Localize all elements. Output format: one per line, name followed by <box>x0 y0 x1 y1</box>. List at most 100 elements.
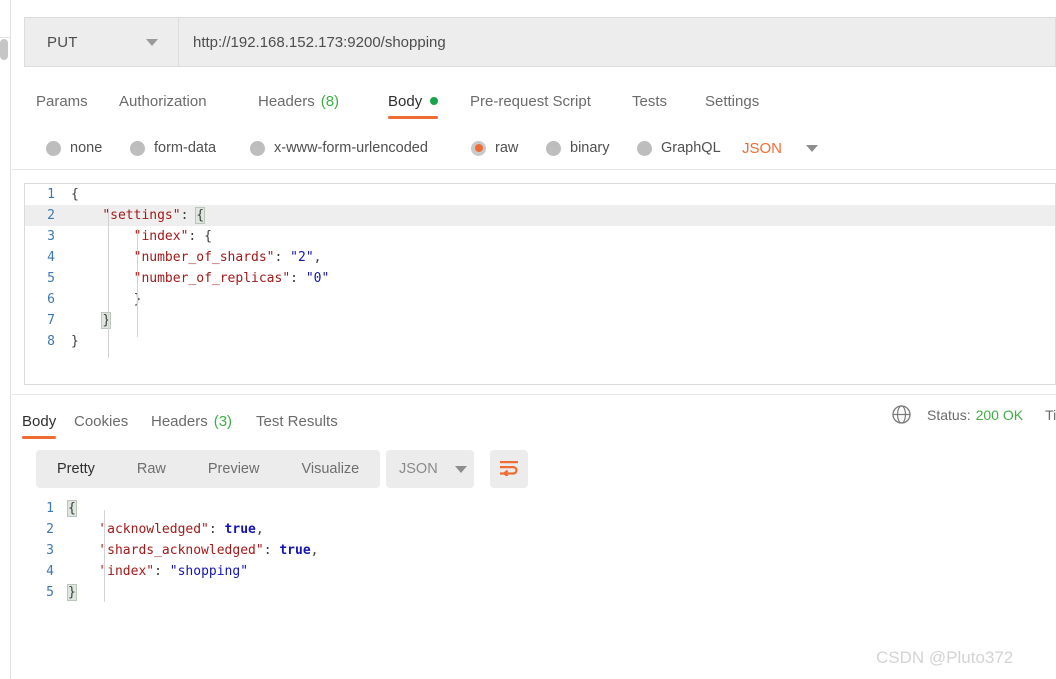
request-tab-headers[interactable]: Headers (8) <box>258 80 339 122</box>
code-line: 6 } <box>25 289 1055 310</box>
line-number: 3 <box>46 543 54 558</box>
request-tab-body[interactable]: Body <box>388 80 439 122</box>
request-url-text: http://192.168.152.173:9200/shopping <box>193 33 446 51</box>
code-text: "settings": { <box>102 207 206 224</box>
raw-type-label: JSON <box>742 139 783 157</box>
body-mode-x-www-form-urlencoded[interactable]: x-www-form-urlencoded <box>250 130 428 166</box>
watermark: CSDN @Pluto372 <box>876 648 1014 667</box>
line-number: 4 <box>47 250 55 265</box>
response-view-raw[interactable]: Raw <box>116 450 187 488</box>
line-number: 2 <box>47 208 55 223</box>
vertical-scrollbar-thumb[interactable] <box>0 39 8 60</box>
indent-guide <box>137 229 138 337</box>
tab-label: Test Results <box>256 412 338 430</box>
code-line: 4 "index": "shopping" <box>24 561 1056 582</box>
http-method-label: PUT <box>47 33 78 51</box>
response-tab-headers[interactable]: Headers (3) <box>151 400 232 442</box>
code-text: "acknowledged": true, <box>99 522 264 537</box>
code-line: 5} <box>24 582 1056 603</box>
indent-guide <box>104 510 105 602</box>
line-number: 3 <box>47 229 55 244</box>
left-rail <box>0 0 11 679</box>
body-mode-form-data[interactable]: form-data <box>130 130 216 166</box>
line-number: 2 <box>46 522 54 537</box>
line-number: 7 <box>47 313 55 328</box>
request-tab-pre-request-script[interactable]: Pre-request Script <box>470 80 591 122</box>
request-url-input[interactable]: http://192.168.152.173:9200/shopping <box>179 17 1056 67</box>
body-mode-graphql[interactable]: GraphQL <box>637 130 721 166</box>
code-line: 3 "index": { <box>25 226 1055 247</box>
body-mode-label: GraphQL <box>661 140 721 156</box>
radio-button-icon <box>46 140 61 156</box>
main-content: PUT http://192.168.152.173:9200/shopping… <box>12 0 1056 679</box>
radio-button-icon <box>250 140 265 156</box>
tab-label: Settings <box>705 92 760 110</box>
line-number: 5 <box>46 585 54 600</box>
body-mode-raw[interactable]: raw <box>471 130 518 166</box>
http-method-select[interactable]: PUT <box>24 17 179 67</box>
code-text: "shards_acknowledged": true, <box>99 543 319 558</box>
response-view-visualize[interactable]: Visualize <box>280 450 380 488</box>
chevron-down-icon <box>806 144 819 152</box>
body-mode-binary[interactable]: binary <box>546 130 610 166</box>
response-tab-body[interactable]: Body <box>22 400 57 442</box>
chevron-down-icon <box>146 39 158 46</box>
indent-guide <box>108 208 109 358</box>
request-tab-authorization[interactable]: Authorization <box>119 80 207 122</box>
request-url-row: PUT http://192.168.152.173:9200/shopping <box>12 0 1056 70</box>
request-body-editor[interactable]: 1{2 "settings": {3 "index": {4 "number_o… <box>24 183 1056 385</box>
code-text: "index": { <box>133 229 212 244</box>
code-line: 2 "settings": { <box>25 205 1055 226</box>
rail-divider <box>0 37 11 38</box>
tab-label: Headers <box>151 412 208 430</box>
response-view-mode-group: Pretty Raw Preview Visualize <box>36 450 381 488</box>
request-tab-settings[interactable]: Settings <box>705 80 759 122</box>
request-tab-params[interactable]: Params <box>36 80 88 122</box>
line-number: 8 <box>47 334 55 349</box>
body-mode-radio-group: JSON none form-data x-www-form-urlencoded r… <box>12 130 1056 166</box>
line-number: 4 <box>46 564 54 579</box>
code-line: 1{ <box>25 184 1055 205</box>
tab-label: Body <box>388 92 423 110</box>
code-line: 4 "number_of_shards": "2", <box>25 247 1055 268</box>
code-line: 5 "number_of_replicas": "0" <box>25 268 1055 289</box>
body-mode-label: form-data <box>154 140 217 156</box>
body-mode-label: none <box>70 140 103 156</box>
code-text: { <box>71 187 79 202</box>
radio-button-icon <box>471 140 486 156</box>
response-status: Status: 200 OK Ti <box>927 404 1056 425</box>
code-line: 2 "acknowledged": true, <box>24 519 1056 540</box>
tab-label: Authorization <box>119 92 207 110</box>
response-view-preview[interactable]: Preview <box>187 450 281 488</box>
chevron-down-icon <box>454 465 467 473</box>
body-mode-none[interactable]: none <box>46 130 102 166</box>
code-text: } <box>67 584 77 601</box>
tab-label: Params <box>36 92 88 110</box>
tab-label: Body <box>22 412 57 430</box>
code-text: { <box>67 500 77 517</box>
body-mode-label: raw <box>495 140 519 156</box>
response-tab-test-results[interactable]: Test Results <box>256 400 338 442</box>
response-body-viewer[interactable]: 1{2 "acknowledged": true, 3 "shards_ackno… <box>24 498 1056 628</box>
code-text: } <box>71 334 79 349</box>
code-text: "number_of_replicas": "0" <box>133 271 330 286</box>
status-value: 200 OK <box>975 406 1024 423</box>
globe-icon <box>891 404 912 425</box>
response-format-select[interactable]: JSON <box>386 450 474 488</box>
response-time-label: Ti <box>1045 406 1056 423</box>
radio-button-icon <box>637 140 652 156</box>
raw-type-select[interactable]: JSON <box>742 130 819 166</box>
request-separator <box>12 169 1056 170</box>
code-text: } <box>101 312 112 329</box>
active-tab-underline <box>22 436 57 439</box>
response-toolbar: Pretty Raw Preview Visualize JSON <box>12 450 1056 488</box>
line-number: 6 <box>47 292 55 307</box>
radio-button-icon <box>130 140 145 156</box>
status-label: Status: <box>927 406 971 423</box>
response-tab-cookies[interactable]: Cookies <box>74 400 128 442</box>
word-wrap-button[interactable] <box>490 450 528 488</box>
active-tab-underline <box>388 116 439 119</box>
request-tab-tests[interactable]: Tests <box>632 80 667 122</box>
body-present-indicator-icon <box>430 97 439 105</box>
response-view-pretty[interactable]: Pretty <box>36 450 116 488</box>
